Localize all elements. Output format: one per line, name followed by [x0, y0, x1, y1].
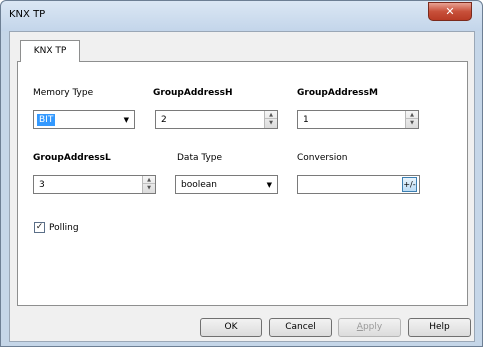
apply-label-rest: pply — [362, 322, 383, 332]
data-type-select[interactable]: boolean ▼ — [175, 175, 278, 194]
close-icon: ✕ — [445, 5, 455, 18]
ok-button[interactable]: OK — [200, 318, 262, 337]
group-address-h-label: GroupAddressH — [153, 88, 233, 98]
group-address-l-label: GroupAddressL — [33, 153, 111, 163]
tab-panel: Memory Type GroupAddressH GroupAddressM … — [17, 61, 468, 306]
conversion-toggle-button[interactable]: +/- — [402, 177, 417, 192]
group-address-m-stepper[interactable]: 1 ▲ ▼ — [297, 110, 419, 129]
apply-button[interactable]: Apply — [338, 318, 401, 337]
group-address-h-value: 2 — [161, 115, 167, 125]
group-address-h-stepper[interactable]: 2 ▲ ▼ — [155, 110, 278, 129]
memory-type-select[interactable]: BIT ▼ — [33, 110, 135, 129]
group-address-l-stepper[interactable]: 3 ▲ ▼ — [33, 175, 156, 194]
polling-label: Polling — [49, 223, 79, 233]
spinner-icon[interactable]: ▲ ▼ — [142, 176, 155, 193]
spinner-icon[interactable]: ▲ ▼ — [405, 111, 418, 128]
data-type-value: boolean — [181, 180, 217, 190]
chevron-down-icon: ▼ — [123, 116, 129, 124]
data-type-label: Data Type — [177, 153, 223, 163]
close-button[interactable]: ✕ — [428, 2, 472, 21]
dialog-client-area: KNX TP Memory Type GroupAddressH GroupAd… — [9, 31, 475, 342]
checkmark-icon: ✓ — [35, 222, 44, 232]
group-address-m-label: GroupAddressM — [297, 88, 378, 98]
spinner-icon[interactable]: ▲ ▼ — [264, 111, 277, 128]
window-title: KNX TP — [9, 9, 46, 20]
group-address-m-value: 1 — [303, 115, 309, 125]
group-address-l-value: 3 — [39, 180, 45, 190]
conversion-field[interactable]: +/- — [297, 175, 420, 194]
memory-type-label: Memory Type — [33, 88, 94, 98]
dialog-window: KNX TP ✕ KNX TP Memory Type GroupAddress… — [0, 0, 483, 347]
chevron-down-icon: ▼ — [266, 181, 272, 189]
tab-knx-tp[interactable]: KNX TP — [20, 40, 80, 62]
title-bar[interactable]: KNX TP ✕ — [1, 1, 482, 31]
conversion-label: Conversion — [297, 153, 348, 163]
help-button[interactable]: Help — [408, 318, 471, 337]
cancel-button[interactable]: Cancel — [269, 318, 332, 337]
memory-type-value: BIT — [37, 114, 56, 126]
polling-checkbox[interactable]: ✓ — [34, 222, 45, 233]
